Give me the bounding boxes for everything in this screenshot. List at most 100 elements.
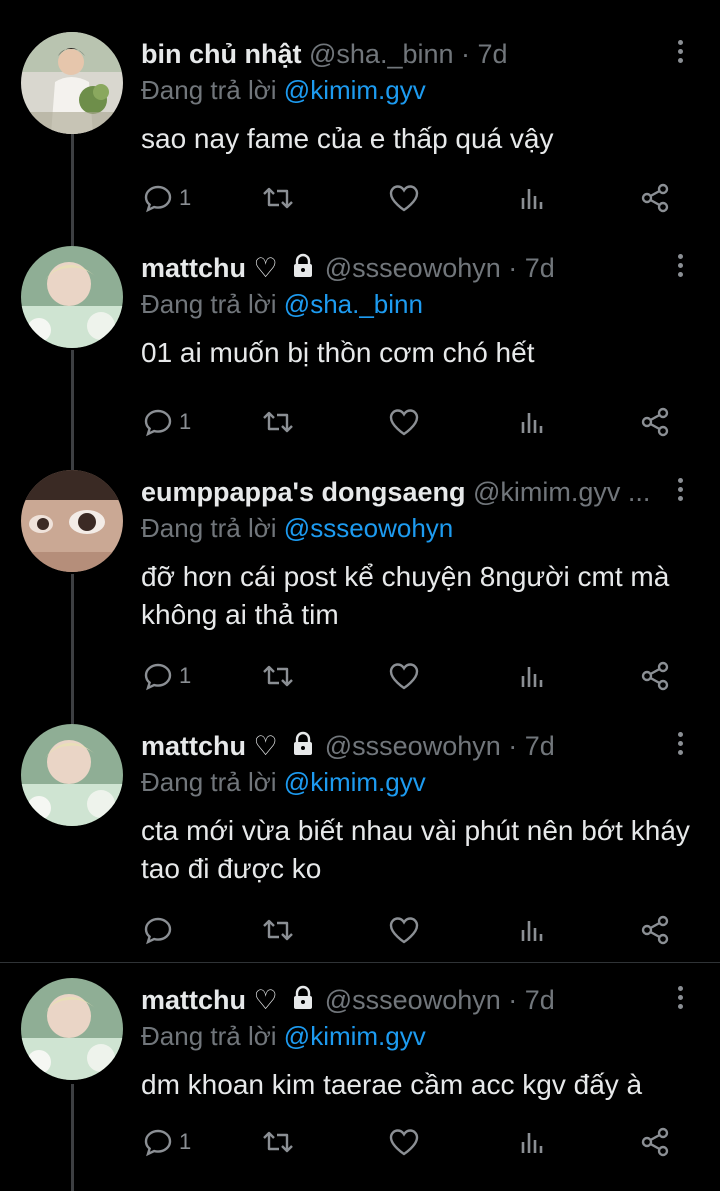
- tweet[interactable]: bin chủ nhật @sha._binn · 7d Đang trả lờ…: [0, 0, 720, 240]
- divider: [0, 962, 720, 963]
- share-icon: [641, 407, 669, 437]
- lock-icon: [294, 985, 313, 1009]
- tweet-actions: 1: [141, 178, 681, 218]
- reply-icon: [144, 409, 172, 437]
- like-button[interactable]: [388, 1122, 420, 1162]
- reply-button[interactable]: [143, 910, 179, 950]
- share-icon: [641, 183, 669, 213]
- views-icon: [521, 189, 543, 209]
- views-button[interactable]: [517, 656, 547, 696]
- reply-icon: [144, 185, 172, 213]
- author-name[interactable]: mattchu ♡: [141, 253, 278, 283]
- retweet-button[interactable]: [261, 402, 295, 442]
- share-icon: [641, 915, 669, 945]
- avatar[interactable]: [21, 978, 123, 1080]
- reply-button[interactable]: 1: [143, 178, 191, 218]
- reply-icon: [144, 917, 172, 945]
- retweet-icon: [263, 187, 293, 209]
- tweet[interactable]: mattchu ♡ @ssseowohyn · 7d Đang trả lời …: [0, 972, 720, 1191]
- reply-count: 1: [179, 409, 192, 434]
- share-button[interactable]: [639, 1122, 671, 1162]
- views-button[interactable]: [517, 178, 547, 218]
- reply-button[interactable]: 1: [143, 402, 191, 442]
- author-name[interactable]: eumppappa's dongsaeng: [141, 477, 465, 507]
- like-button[interactable]: [388, 656, 420, 696]
- retweet-icon: [263, 1131, 293, 1153]
- share-button[interactable]: [639, 656, 671, 696]
- tweet-text: 01 ai muốn bị thồn cơm chó hết: [141, 337, 535, 368]
- reply-context: Đang trả lời @kimim.gyv: [141, 72, 426, 108]
- author-handle: @ssseowohyn · 7d: [324, 985, 555, 1015]
- tweet[interactable]: eumppappa's dongsaeng @kimim.gyv ... Đan…: [0, 464, 720, 718]
- heart-icon: [389, 409, 419, 436]
- reply-button[interactable]: 1: [143, 656, 191, 696]
- author-name[interactable]: mattchu ♡: [141, 731, 278, 761]
- views-button[interactable]: [517, 1122, 547, 1162]
- reply-mention[interactable]: @ssseowohyn: [284, 513, 453, 543]
- views-button[interactable]: [517, 402, 547, 442]
- reply-mention[interactable]: @kimim.gyv: [284, 767, 426, 797]
- lock-icon: [294, 253, 313, 277]
- share-button[interactable]: [639, 402, 671, 442]
- tweet-actions: [141, 910, 681, 950]
- retweet-icon: [263, 919, 293, 941]
- retweet-button[interactable]: [261, 656, 295, 696]
- avatar[interactable]: [21, 246, 123, 348]
- like-button[interactable]: [388, 910, 420, 950]
- reply-count: 1: [179, 1129, 192, 1154]
- views-button[interactable]: [517, 910, 547, 950]
- views-icon: [521, 921, 543, 941]
- tweet-text: đỡ hơn cái post kể chuyện 8người cmt mà …: [141, 561, 670, 630]
- reply-prefix: Đang trả lời: [141, 1021, 277, 1051]
- avatar[interactable]: [21, 724, 123, 826]
- avatar[interactable]: [21, 32, 123, 134]
- like-button[interactable]: [388, 402, 420, 442]
- tweet[interactable]: mattchu ♡ @ssseowohyn · 7d Đang trả lời …: [0, 718, 720, 960]
- more-vertical-icon[interactable]: [670, 732, 690, 762]
- author-name[interactable]: mattchu ♡: [141, 985, 278, 1015]
- reply-mention[interactable]: @sha._binn: [284, 289, 423, 319]
- reply-prefix: Đang trả lời: [141, 513, 277, 543]
- more-vertical-icon[interactable]: [670, 40, 690, 70]
- tweet-text: dm khoan kim taerae cầm acc kgv đấy à: [141, 1069, 643, 1100]
- retweet-button[interactable]: [261, 910, 295, 950]
- reply-prefix: Đang trả lời: [141, 289, 277, 319]
- reply-count: 1: [179, 185, 192, 210]
- share-button[interactable]: [639, 178, 671, 218]
- author-name[interactable]: bin chủ nhật: [141, 39, 301, 69]
- more-vertical-icon[interactable]: [670, 254, 690, 284]
- reply-icon: [144, 1129, 172, 1157]
- tweet-actions: 1: [141, 656, 681, 696]
- retweet-button[interactable]: [261, 1122, 295, 1162]
- more-vertical-icon[interactable]: [670, 986, 690, 1016]
- lock-icon: [294, 731, 313, 755]
- heart-icon: [389, 663, 419, 690]
- reply-prefix: Đang trả lời: [141, 75, 277, 105]
- like-button[interactable]: [388, 178, 420, 218]
- reply-context: Đang trả lời @sha._binn: [141, 286, 423, 322]
- reply-mention[interactable]: @kimim.gyv: [284, 1021, 426, 1051]
- tweet-actions: 1: [141, 1122, 681, 1162]
- retweet-icon: [263, 411, 293, 433]
- heart-icon: [389, 917, 419, 944]
- reply-button[interactable]: 1: [143, 1122, 191, 1162]
- retweet-button[interactable]: [261, 178, 295, 218]
- share-icon: [641, 661, 669, 691]
- reply-context: Đang trả lời @ssseowohyn: [141, 510, 453, 546]
- reply-count: 1: [179, 663, 192, 688]
- author-handle: @ssseowohyn · 7d: [324, 253, 555, 283]
- author-handle: @kimim.gyv ...: [472, 477, 651, 507]
- share-icon: [641, 1127, 669, 1157]
- heart-icon: [389, 1129, 419, 1156]
- retweet-icon: [263, 665, 293, 687]
- tweet-actions: 1: [141, 402, 681, 442]
- author-handle: @ssseowohyn · 7d: [324, 731, 555, 761]
- reply-context: Đang trả lời @kimim.gyv: [141, 764, 426, 800]
- share-button[interactable]: [639, 910, 671, 950]
- tweet[interactable]: mattchu ♡ @ssseowohyn · 7d Đang trả lời …: [0, 240, 720, 464]
- more-vertical-icon[interactable]: [670, 478, 690, 508]
- author-handle: @sha._binn · 7d: [309, 39, 508, 69]
- avatar[interactable]: [21, 470, 123, 572]
- reply-prefix: Đang trả lời: [141, 767, 277, 797]
- reply-mention[interactable]: @kimim.gyv: [284, 75, 426, 105]
